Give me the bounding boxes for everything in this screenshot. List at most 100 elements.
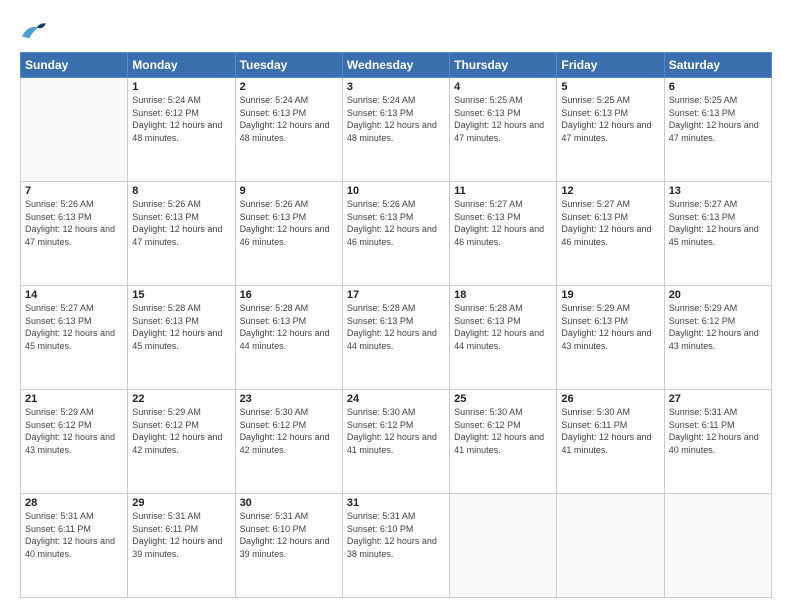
day-number: 28 [25, 497, 123, 509]
day-cell: 24Sunrise: 5:30 AMSunset: 6:12 PMDayligh… [342, 390, 449, 494]
day-cell: 7Sunrise: 5:26 AMSunset: 6:13 PMDaylight… [21, 182, 128, 286]
day-cell: 15Sunrise: 5:28 AMSunset: 6:13 PMDayligh… [128, 286, 235, 390]
day-number: 27 [669, 393, 767, 405]
day-number: 30 [240, 497, 338, 509]
weekday-friday: Friday [557, 53, 664, 78]
day-number: 5 [561, 81, 659, 93]
day-number: 18 [454, 289, 552, 301]
day-cell: 22Sunrise: 5:29 AMSunset: 6:12 PMDayligh… [128, 390, 235, 494]
day-cell: 1Sunrise: 5:24 AMSunset: 6:12 PMDaylight… [128, 78, 235, 182]
day-info: Sunrise: 5:29 AMSunset: 6:12 PMDaylight:… [25, 406, 123, 456]
day-cell: 4Sunrise: 5:25 AMSunset: 6:13 PMDaylight… [450, 78, 557, 182]
day-cell: 26Sunrise: 5:30 AMSunset: 6:11 PMDayligh… [557, 390, 664, 494]
weekday-header-row: SundayMondayTuesdayWednesdayThursdayFrid… [21, 53, 772, 78]
day-cell: 31Sunrise: 5:31 AMSunset: 6:10 PMDayligh… [342, 494, 449, 598]
day-cell: 6Sunrise: 5:25 AMSunset: 6:13 PMDaylight… [664, 78, 771, 182]
day-number: 17 [347, 289, 445, 301]
day-info: Sunrise: 5:31 AMSunset: 6:11 PMDaylight:… [132, 510, 230, 560]
weekday-tuesday: Tuesday [235, 53, 342, 78]
day-info: Sunrise: 5:30 AMSunset: 6:12 PMDaylight:… [347, 406, 445, 456]
day-number: 9 [240, 185, 338, 197]
day-number: 8 [132, 185, 230, 197]
day-info: Sunrise: 5:27 AMSunset: 6:13 PMDaylight:… [561, 198, 659, 248]
day-number: 19 [561, 289, 659, 301]
day-info: Sunrise: 5:27 AMSunset: 6:13 PMDaylight:… [669, 198, 767, 248]
day-cell: 30Sunrise: 5:31 AMSunset: 6:10 PMDayligh… [235, 494, 342, 598]
day-cell: 2Sunrise: 5:24 AMSunset: 6:13 PMDaylight… [235, 78, 342, 182]
day-info: Sunrise: 5:27 AMSunset: 6:13 PMDaylight:… [25, 302, 123, 352]
day-number: 22 [132, 393, 230, 405]
day-info: Sunrise: 5:28 AMSunset: 6:13 PMDaylight:… [454, 302, 552, 352]
day-number: 3 [347, 81, 445, 93]
day-number: 20 [669, 289, 767, 301]
day-cell: 25Sunrise: 5:30 AMSunset: 6:12 PMDayligh… [450, 390, 557, 494]
weekday-monday: Monday [128, 53, 235, 78]
day-info: Sunrise: 5:28 AMSunset: 6:13 PMDaylight:… [347, 302, 445, 352]
day-info: Sunrise: 5:25 AMSunset: 6:13 PMDaylight:… [561, 94, 659, 144]
day-info: Sunrise: 5:31 AMSunset: 6:11 PMDaylight:… [669, 406, 767, 456]
day-cell: 17Sunrise: 5:28 AMSunset: 6:13 PMDayligh… [342, 286, 449, 390]
day-cell [450, 494, 557, 598]
day-cell: 21Sunrise: 5:29 AMSunset: 6:12 PMDayligh… [21, 390, 128, 494]
day-number: 4 [454, 81, 552, 93]
day-cell: 28Sunrise: 5:31 AMSunset: 6:11 PMDayligh… [21, 494, 128, 598]
day-number: 7 [25, 185, 123, 197]
day-info: Sunrise: 5:26 AMSunset: 6:13 PMDaylight:… [240, 198, 338, 248]
day-number: 29 [132, 497, 230, 509]
day-cell: 20Sunrise: 5:29 AMSunset: 6:12 PMDayligh… [664, 286, 771, 390]
day-cell: 10Sunrise: 5:26 AMSunset: 6:13 PMDayligh… [342, 182, 449, 286]
day-number: 21 [25, 393, 123, 405]
weekday-wednesday: Wednesday [342, 53, 449, 78]
day-info: Sunrise: 5:30 AMSunset: 6:12 PMDaylight:… [240, 406, 338, 456]
day-number: 11 [454, 185, 552, 197]
day-cell: 14Sunrise: 5:27 AMSunset: 6:13 PMDayligh… [21, 286, 128, 390]
calendar-table: SundayMondayTuesdayWednesdayThursdayFrid… [20, 52, 772, 598]
page: SundayMondayTuesdayWednesdayThursdayFrid… [0, 0, 792, 612]
day-cell: 13Sunrise: 5:27 AMSunset: 6:13 PMDayligh… [664, 182, 771, 286]
day-number: 31 [347, 497, 445, 509]
day-cell: 11Sunrise: 5:27 AMSunset: 6:13 PMDayligh… [450, 182, 557, 286]
day-number: 6 [669, 81, 767, 93]
day-number: 15 [132, 289, 230, 301]
day-info: Sunrise: 5:26 AMSunset: 6:13 PMDaylight:… [25, 198, 123, 248]
day-info: Sunrise: 5:27 AMSunset: 6:13 PMDaylight:… [454, 198, 552, 248]
day-info: Sunrise: 5:24 AMSunset: 6:13 PMDaylight:… [347, 94, 445, 144]
header [20, 18, 772, 42]
day-number: 2 [240, 81, 338, 93]
day-cell: 16Sunrise: 5:28 AMSunset: 6:13 PMDayligh… [235, 286, 342, 390]
day-info: Sunrise: 5:29 AMSunset: 6:12 PMDaylight:… [132, 406, 230, 456]
day-number: 23 [240, 393, 338, 405]
day-cell [21, 78, 128, 182]
day-info: Sunrise: 5:28 AMSunset: 6:13 PMDaylight:… [132, 302, 230, 352]
weekday-sunday: Sunday [21, 53, 128, 78]
day-info: Sunrise: 5:31 AMSunset: 6:10 PMDaylight:… [240, 510, 338, 560]
day-number: 10 [347, 185, 445, 197]
day-info: Sunrise: 5:24 AMSunset: 6:12 PMDaylight:… [132, 94, 230, 144]
weekday-saturday: Saturday [664, 53, 771, 78]
day-info: Sunrise: 5:25 AMSunset: 6:13 PMDaylight:… [669, 94, 767, 144]
day-info: Sunrise: 5:24 AMSunset: 6:13 PMDaylight:… [240, 94, 338, 144]
day-number: 24 [347, 393, 445, 405]
day-cell: 27Sunrise: 5:31 AMSunset: 6:11 PMDayligh… [664, 390, 771, 494]
day-number: 13 [669, 185, 767, 197]
week-row-5: 28 Sunrise: 5:31 AMSunset: 6:11 PMDayligh… [21, 494, 772, 598]
day-cell: 23Sunrise: 5:30 AMSunset: 6:12 PMDayligh… [235, 390, 342, 494]
day-info: Sunrise: 5:31 AMSunset: 6:10 PMDaylight:… [347, 510, 445, 560]
day-cell [664, 494, 771, 598]
day-cell [557, 494, 664, 598]
day-number: 16 [240, 289, 338, 301]
day-number: 12 [561, 185, 659, 197]
day-info: Sunrise: 5:26 AMSunset: 6:13 PMDaylight:… [132, 198, 230, 248]
day-info: Sunrise: 5:29 AMSunset: 6:13 PMDaylight:… [561, 302, 659, 352]
day-cell: 3Sunrise: 5:24 AMSunset: 6:13 PMDaylight… [342, 78, 449, 182]
logo [20, 18, 52, 42]
weekday-thursday: Thursday [450, 53, 557, 78]
day-info: Sunrise: 5:29 AMSunset: 6:12 PMDaylight:… [669, 302, 767, 352]
day-cell: 29Sunrise: 5:31 AMSunset: 6:11 PMDayligh… [128, 494, 235, 598]
week-row-2: 7Sunrise: 5:26 AMSunset: 6:13 PMDaylight… [21, 182, 772, 286]
day-cell: 5Sunrise: 5:25 AMSunset: 6:13 PMDaylight… [557, 78, 664, 182]
day-info: Sunrise: 5:30 AMSunset: 6:11 PMDaylight:… [561, 406, 659, 456]
day-cell: 8Sunrise: 5:26 AMSunset: 6:13 PMDaylight… [128, 182, 235, 286]
day-number: 26 [561, 393, 659, 405]
day-info: Sunrise: 5:30 AMSunset: 6:12 PMDaylight:… [454, 406, 552, 456]
